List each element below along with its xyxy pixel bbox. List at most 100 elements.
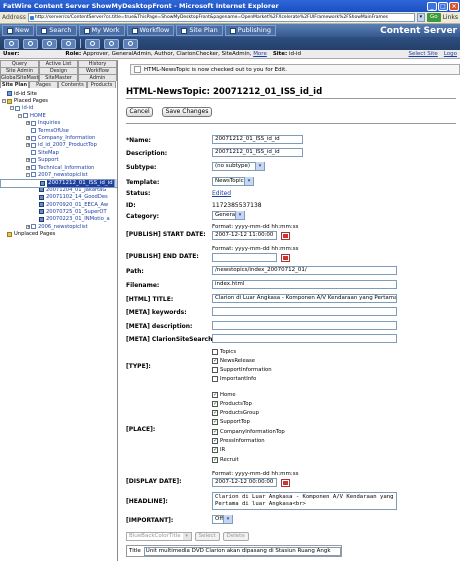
my-work-button[interactable]: My Work <box>78 25 125 36</box>
tree-node[interactable]: +2006_newstopiclist <box>0 223 117 230</box>
tree-node[interactable]: 20070223_01_INMotio_a <box>0 216 117 223</box>
important-select[interactable]: Off <box>212 515 233 524</box>
refresh-icon[interactable] <box>42 38 57 49</box>
expand-icon[interactable]: + <box>26 136 30 141</box>
tab-active-list[interactable]: Active List <box>39 60 78 67</box>
tree-node-label[interactable]: 20070223_01_INMotio_a <box>46 216 110 222</box>
address-dropdown-icon[interactable]: ▾ <box>416 13 425 22</box>
checked-checkbox-icon[interactable]: ✓ <box>212 391 218 398</box>
tree-node-label[interactable]: id-id <box>22 105 33 111</box>
tree-node[interactable]: + Technical_Information <box>0 164 117 171</box>
checkbox-option[interactable]: ✓ ProductsGroup <box>212 410 259 417</box>
display-date-input[interactable]: 2007-12-12 00:00:00 <box>212 478 277 487</box>
tree-node[interactable]: SiteMap <box>0 149 117 156</box>
tab-global-site-master[interactable]: GlobalSiteMaster <box>0 74 44 81</box>
new-button[interactable]: New <box>2 25 35 36</box>
tree-node-label[interactable]: 2007_newstopiclist <box>38 172 88 178</box>
checkbox-icon[interactable] <box>212 348 218 355</box>
tree-node[interactable]: Unplaced Pages <box>0 230 117 237</box>
calendar-icon[interactable] <box>281 254 290 262</box>
tree-node[interactable]: + id_id_2007_ProductTop <box>0 142 117 149</box>
collapse-icon[interactable]: - <box>2 99 6 104</box>
delete-button[interactable]: Delete <box>222 532 249 541</box>
collapse-icon[interactable]: - <box>18 113 22 118</box>
tree-node-label[interactable]: SiteMap <box>38 150 59 156</box>
checkbox-option[interactable]: ✓ Recruit <box>212 456 239 463</box>
calendar-icon[interactable] <box>281 232 290 240</box>
tab-contents[interactable]: Contents <box>58 81 87 88</box>
checked-checkbox-icon[interactable]: ✓ <box>212 410 218 417</box>
tab-pages[interactable]: Pages <box>29 81 58 88</box>
calendar-icon[interactable] <box>281 479 290 487</box>
tree-node-label[interactable]: HOME <box>30 113 46 119</box>
tab-site-master[interactable]: SiteMaster <box>39 74 78 81</box>
checked-checkbox-icon[interactable]: ✓ <box>212 447 218 454</box>
tree-node-label[interactable]: TermsOfUse <box>38 128 69 134</box>
tree-node[interactable]: id-id Site <box>0 90 117 97</box>
go-button[interactable]: Go <box>426 13 441 22</box>
tab-workflow[interactable]: Workflow <box>78 67 117 74</box>
expand-icon[interactable]: + <box>26 224 30 229</box>
tree-node[interactable]: - Placed Pages <box>0 97 117 104</box>
color-title-select[interactable]: BlueBackColorTitle <box>126 532 192 541</box>
help-icon[interactable] <box>104 38 119 49</box>
maximize-button[interactable]: □ <box>438 1 448 11</box>
publish-start-input[interactable]: 2007-12-12 11:00:00 <box>212 231 277 240</box>
publish-end-input[interactable] <box>212 253 277 262</box>
expand-icon[interactable]: + <box>26 121 30 126</box>
tree-node-label[interactable]: id_id_2007_ProductTop <box>38 142 97 148</box>
forward-icon[interactable] <box>23 38 38 49</box>
select-site-link[interactable]: Select Site <box>409 51 438 57</box>
tab-query[interactable]: Query <box>0 60 39 67</box>
tree-node-label[interactable]: Placed Pages <box>14 98 48 104</box>
workflow-button[interactable]: Workflow <box>126 25 175 36</box>
tree-node[interactable]: + Support <box>0 157 117 164</box>
tree-node-label[interactable]: Inquiries <box>38 120 60 126</box>
checkbox-icon[interactable] <box>212 367 218 374</box>
back-icon[interactable] <box>4 38 19 49</box>
filename-input[interactable]: index.html <box>212 280 397 289</box>
minimize-button[interactable]: _ <box>427 1 437 11</box>
checkbox-option[interactable]: ✓ SupportTop <box>212 419 250 426</box>
more-roles-link[interactable]: More <box>253 51 267 57</box>
tree-node[interactable]: - 2007_newstopiclist <box>0 171 117 178</box>
checkbox-option[interactable]: ✓ ProductsTop <box>212 400 252 407</box>
tree-node-label[interactable]: Company_Information <box>38 135 95 141</box>
checked-checkbox-icon[interactable]: ✓ <box>212 438 218 444</box>
tree-node-label[interactable]: Unplaced Pages <box>14 231 55 237</box>
tab-products[interactable]: Products <box>87 81 116 88</box>
tree-node[interactable]: - HOME <box>0 112 117 119</box>
checkbox-icon[interactable] <box>212 376 218 383</box>
headline-textarea[interactable]: Clarion di Luar Angkasa - Komponen A/V K… <box>212 492 397 510</box>
select-button[interactable]: Select <box>194 532 220 541</box>
checkbox-option[interactable]: ✓ IR <box>212 447 225 454</box>
checkbox-option[interactable]: ✓ NewsRelease <box>212 357 255 364</box>
category-select[interactable]: General <box>212 211 245 220</box>
checkbox-option[interactable]: ✓ Home <box>212 391 236 398</box>
tree-node[interactable]: TermsOfUse <box>0 127 117 134</box>
tab-history[interactable]: History <box>78 60 117 67</box>
checkbox-option[interactable]: Topics <box>212 348 236 355</box>
tree-node[interactable]: - id-id <box>0 105 117 112</box>
checkbox-option[interactable]: ImportantInfo <box>212 376 256 383</box>
checkbox-option[interactable]: SupportInformation <box>212 367 272 374</box>
tree-node-label[interactable]: Technical_Information <box>38 165 94 171</box>
checked-checkbox-icon[interactable]: ✓ <box>212 357 218 364</box>
path-input[interactable]: /newstopics/index_20070712_01/ <box>212 266 397 275</box>
tab-site-plan[interactable]: Site Plan <box>0 81 29 88</box>
preview-icon[interactable] <box>123 38 138 49</box>
edit-icon[interactable] <box>61 38 76 49</box>
template-select[interactable]: NewsTopic <box>212 177 254 186</box>
checked-checkbox-icon[interactable]: ✓ <box>212 456 218 463</box>
cancel-button[interactable]: Cancel <box>126 107 153 117</box>
address-input[interactable]: http://server/cs/ContentServer?cs.title=… <box>27 13 415 22</box>
links-button[interactable]: Links <box>443 14 458 21</box>
tree-node-label[interactable]: id-id Site <box>14 91 37 97</box>
description-input[interactable]: 20071212_01_ISS_id_id <box>212 148 303 157</box>
checkbox-option[interactable]: ✓ CompanyInformationTop <box>212 428 285 435</box>
expand-icon[interactable]: + <box>26 143 30 148</box>
tree-node[interactable]: 20071212_01_ISS_id_id <box>0 178 117 188</box>
tree-node-label[interactable]: 20071102_14_GoodDes <box>46 194 108 200</box>
expand-icon[interactable]: + <box>26 158 30 163</box>
checked-checkbox-icon[interactable]: ✓ <box>212 400 218 407</box>
